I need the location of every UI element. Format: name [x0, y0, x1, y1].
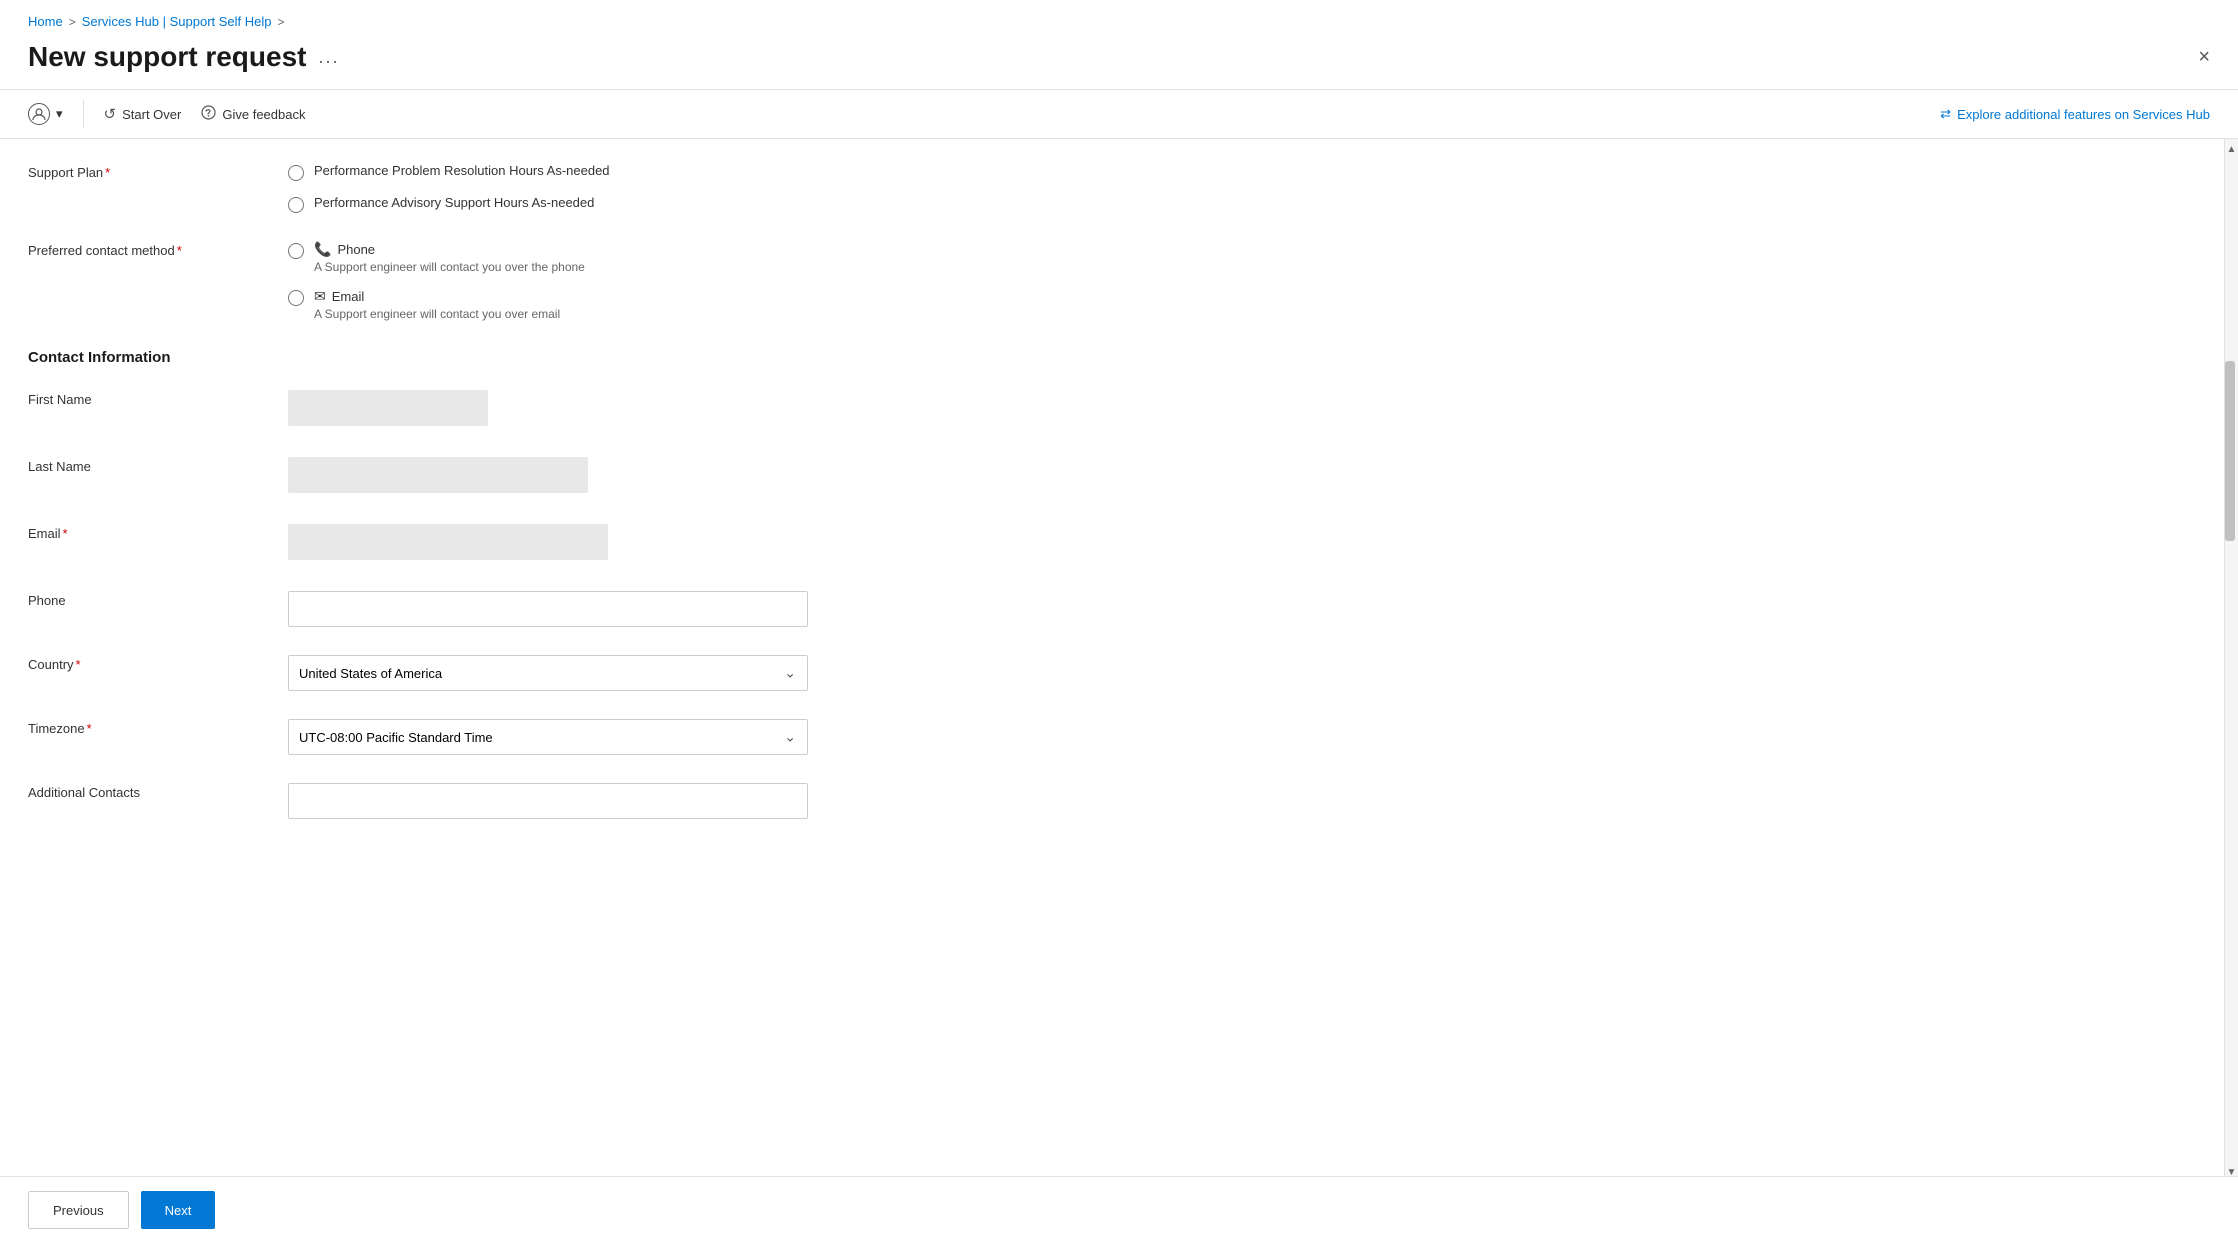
- additional-contacts-control: [288, 783, 2170, 819]
- breadcrumb: Home > Services Hub | Support Self Help …: [0, 0, 2238, 37]
- email-icon: ✉: [314, 288, 326, 305]
- page-title: New support request: [28, 41, 306, 73]
- contact-method-email-label: Email: [332, 289, 365, 304]
- form-area: Support Plan* Performance Problem Resolu…: [28, 163, 2210, 847]
- start-over-button[interactable]: ↺ Start Over: [104, 105, 182, 123]
- support-plan-row: Support Plan* Performance Problem Resolu…: [28, 163, 2170, 213]
- contact-info-title: Contact Information: [28, 349, 2170, 366]
- breadcrumb-home[interactable]: Home: [28, 14, 63, 29]
- start-over-label: Start Over: [122, 107, 181, 122]
- page-title-area: New support request ...: [28, 41, 340, 73]
- user-menu[interactable]: ▾: [28, 103, 63, 125]
- contact-method-row: Preferred contact method* 📞 Phone A Supp…: [28, 241, 2170, 321]
- country-required: *: [76, 657, 81, 672]
- support-plan-radio-2[interactable]: [288, 197, 304, 213]
- country-label: Country*: [28, 655, 288, 672]
- phone-row: Phone: [28, 591, 2170, 627]
- email-sublabel: A Support engineer will contact you over…: [314, 307, 560, 321]
- user-icon: [28, 103, 50, 125]
- last-name-value: [288, 457, 588, 493]
- phone-control: [288, 591, 2170, 627]
- explore-icon: ⇄: [1940, 106, 1951, 122]
- explore-label: Explore additional features on Services …: [1957, 107, 2210, 122]
- phone-label: Phone: [28, 591, 288, 608]
- breadcrumb-services-hub[interactable]: Services Hub | Support Self Help: [82, 14, 272, 29]
- timezone-row: Timezone* UTC-08:00 Pacific Standard Tim…: [28, 719, 2170, 755]
- footer: Previous Next: [0, 1176, 2238, 1243]
- main-content: Support Plan* Performance Problem Resolu…: [0, 139, 2238, 871]
- toolbar: ▾ ↺ Start Over Give feedback ⇄ Explore a…: [0, 89, 2238, 139]
- timezone-select-wrapper: UTC-08:00 Pacific Standard Time: [288, 719, 808, 755]
- support-plan-options: Performance Problem Resolution Hours As-…: [288, 163, 2170, 213]
- last-name-control: [288, 457, 2170, 496]
- ellipsis-button[interactable]: ...: [318, 47, 339, 68]
- email-option-header: ✉ Email: [314, 288, 560, 305]
- support-plan-label: Support Plan*: [28, 163, 288, 180]
- give-feedback-label: Give feedback: [222, 107, 305, 122]
- chevron-down-icon: ▾: [56, 106, 63, 122]
- support-plan-label-1: Performance Problem Resolution Hours As-…: [314, 163, 610, 178]
- feedback-icon: [201, 105, 216, 124]
- email-required: *: [63, 526, 68, 541]
- additional-contacts-input[interactable]: [288, 783, 808, 819]
- country-select[interactable]: United States of America: [288, 655, 808, 691]
- support-plan-option-1[interactable]: Performance Problem Resolution Hours As-…: [288, 163, 2170, 181]
- support-plan-required: *: [105, 165, 110, 180]
- next-button[interactable]: Next: [141, 1191, 216, 1229]
- contact-method-phone[interactable]: 📞 Phone A Support engineer will contact …: [288, 241, 2170, 274]
- first-name-row: First Name: [28, 390, 2170, 429]
- email-label: Email*: [28, 524, 288, 541]
- scrollbar[interactable]: ▲ ▼: [2224, 139, 2238, 1182]
- previous-button[interactable]: Previous: [28, 1191, 129, 1229]
- toolbar-left: ▾ ↺ Start Over Give feedback: [28, 100, 305, 128]
- page-header: New support request ... ×: [0, 37, 2238, 89]
- contact-method-phone-label: Phone: [337, 242, 375, 257]
- explore-features-link[interactable]: ⇄ Explore additional features on Service…: [1940, 106, 2210, 122]
- contact-method-required: *: [177, 243, 182, 258]
- scroll-track[interactable]: [2225, 159, 2238, 1162]
- contact-method-options: 📞 Phone A Support engineer will contact …: [288, 241, 2170, 321]
- support-plan-option-2[interactable]: Performance Advisory Support Hours As-ne…: [288, 195, 2170, 213]
- timezone-required: *: [87, 721, 92, 736]
- last-name-row: Last Name: [28, 457, 2170, 496]
- phone-option-header: 📞 Phone: [314, 241, 585, 258]
- additional-contacts-label: Additional Contacts: [28, 783, 288, 800]
- last-name-label: Last Name: [28, 457, 288, 474]
- first-name-control: [288, 390, 2170, 429]
- toolbar-separator: [83, 100, 84, 128]
- contact-method-email[interactable]: ✉ Email A Support engineer will contact …: [288, 288, 2170, 321]
- timezone-label: Timezone*: [28, 719, 288, 736]
- breadcrumb-sep1: >: [69, 15, 76, 29]
- email-control: [288, 524, 2170, 563]
- refresh-icon: ↺: [104, 105, 117, 123]
- first-name-value: [288, 390, 488, 426]
- scroll-thumb[interactable]: [2225, 361, 2235, 541]
- contact-method-email-radio[interactable]: [288, 290, 304, 306]
- phone-icon: 📞: [314, 241, 331, 258]
- contact-info-section: Contact Information First Name Last Name…: [28, 349, 2170, 819]
- email-value: [288, 524, 608, 560]
- country-control: United States of America: [288, 655, 2170, 691]
- support-plan-label-2: Performance Advisory Support Hours As-ne…: [314, 195, 594, 210]
- contact-method-label: Preferred contact method*: [28, 241, 288, 258]
- breadcrumb-sep2: >: [278, 15, 285, 29]
- country-row: Country* United States of America: [28, 655, 2170, 691]
- phone-input[interactable]: [288, 591, 808, 627]
- support-plan-radio-1[interactable]: [288, 165, 304, 181]
- give-feedback-button[interactable]: Give feedback: [201, 105, 305, 124]
- contact-method-phone-radio[interactable]: [288, 243, 304, 259]
- first-name-label: First Name: [28, 390, 288, 407]
- email-row: Email*: [28, 524, 2170, 563]
- timezone-control: UTC-08:00 Pacific Standard Time: [288, 719, 2170, 755]
- timezone-select[interactable]: UTC-08:00 Pacific Standard Time: [288, 719, 808, 755]
- additional-contacts-row: Additional Contacts: [28, 783, 2170, 819]
- phone-sublabel: A Support engineer will contact you over…: [314, 260, 585, 274]
- close-button[interactable]: ×: [2198, 46, 2210, 69]
- country-select-wrapper: United States of America: [288, 655, 808, 691]
- scroll-up-arrow[interactable]: ▲: [2225, 139, 2238, 159]
